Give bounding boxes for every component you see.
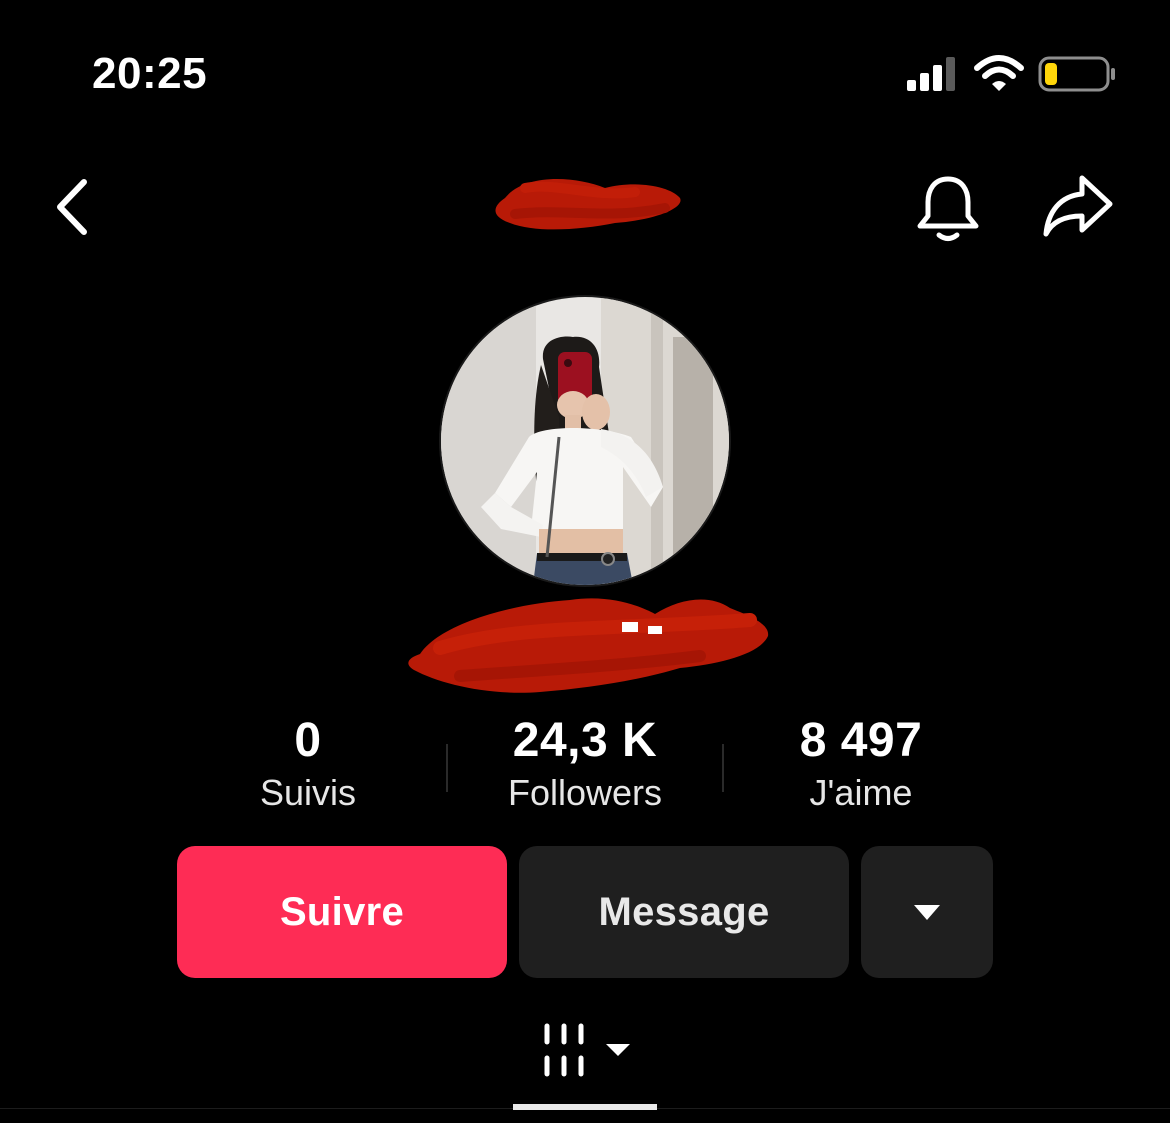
- back-button[interactable]: [50, 176, 96, 238]
- notification-bell-button[interactable]: [914, 172, 982, 244]
- stat-following[interactable]: 0 Suivis: [188, 712, 428, 814]
- stat-divider: [722, 744, 724, 792]
- chevron-left-icon: [57, 179, 87, 235]
- share-arrow-icon: [1043, 175, 1113, 237]
- video-grid-icon: [544, 1023, 584, 1077]
- redaction-scribble: [408, 598, 769, 693]
- status-time: 20:25: [92, 49, 208, 98]
- stat-label: J'aime: [809, 772, 913, 813]
- stat-value: 8 497: [799, 714, 923, 767]
- cellular-signal-icon: [907, 57, 955, 91]
- avatar-photo: [441, 297, 729, 585]
- wifi-icon: [974, 55, 1024, 91]
- caret-down-icon: [914, 905, 940, 920]
- caret-down-icon: [606, 1044, 630, 1056]
- stat-followers[interactable]: 24,3 K Followers: [465, 712, 705, 814]
- suggested-accounts-button[interactable]: [861, 846, 993, 978]
- stat-likes[interactable]: 8 497 J'aime: [741, 712, 981, 814]
- stat-divider: [446, 744, 448, 792]
- tab-active-indicator: [513, 1104, 657, 1110]
- follow-button-label: Suivre: [279, 889, 405, 934]
- stat-label: Suivis: [259, 772, 357, 813]
- message-button-label: Message: [598, 889, 770, 934]
- share-button[interactable]: [1040, 172, 1116, 240]
- battery-low-icon: [1038, 56, 1115, 92]
- redaction-scribble: [495, 178, 681, 230]
- stat-value: 0: [294, 714, 322, 767]
- stat-value: 24,3 K: [512, 714, 658, 767]
- avatar[interactable]: [441, 297, 729, 585]
- tab-videos[interactable]: [540, 1020, 636, 1080]
- stat-label: Followers: [507, 772, 663, 813]
- message-button[interactable]: Message: [519, 846, 849, 978]
- bell-icon: [917, 176, 979, 241]
- follow-button[interactable]: Suivre: [177, 846, 507, 978]
